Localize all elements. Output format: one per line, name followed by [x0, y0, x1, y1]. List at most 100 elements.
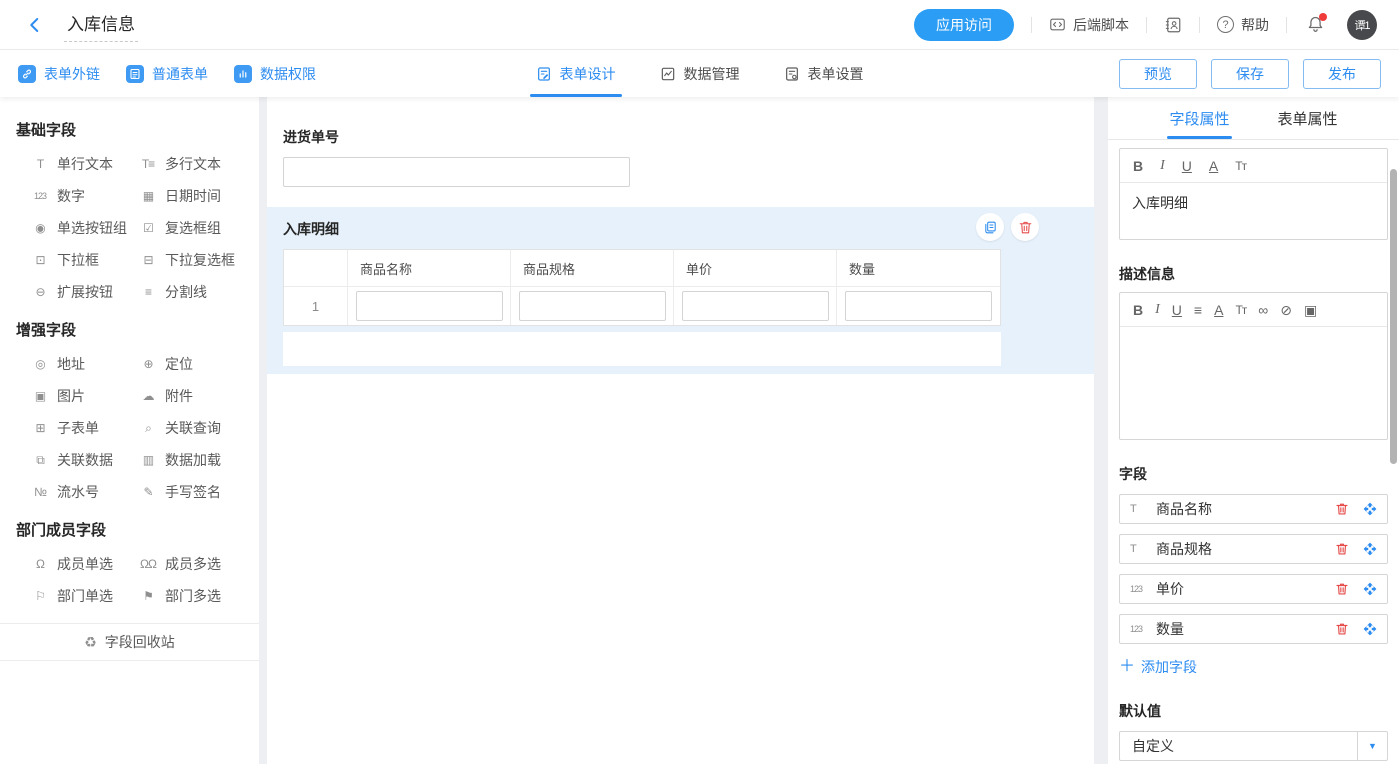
- departments-icon: ⚑: [140, 589, 156, 603]
- palette-item-dropdown[interactable]: ⊡下拉框: [32, 251, 140, 269]
- move-field-handle[interactable]: [1363, 502, 1377, 516]
- delete-field-button[interactable]: [1335, 622, 1349, 636]
- form-settings-icon: [784, 66, 800, 82]
- palette-item-label: 部门多选: [165, 586, 221, 606]
- image-icon: ▣: [32, 389, 48, 403]
- panel-scrollbar-thumb[interactable]: [1390, 169, 1397, 464]
- palette-item-multi-line-text[interactable]: T≡多行文本: [140, 155, 251, 173]
- palette-item-address[interactable]: ◎地址: [32, 355, 140, 373]
- help-button[interactable]: 帮助: [1217, 15, 1269, 35]
- multi-line-text-icon: T≡: [140, 157, 156, 171]
- tab-field-properties[interactable]: 字段属性: [1169, 97, 1229, 139]
- palette-item-location[interactable]: ⊕定位: [140, 355, 251, 373]
- contacts-button[interactable]: [1164, 16, 1182, 34]
- field-row-unit-price[interactable]: 123 单价: [1119, 574, 1388, 604]
- font-size-icon[interactable]: Tт: [1235, 304, 1246, 316]
- palette-item-dropdown-multi[interactable]: ⊟下拉复选框: [140, 251, 251, 269]
- back-button[interactable]: [22, 12, 48, 38]
- underline-icon[interactable]: U: [1172, 303, 1182, 317]
- palette-item-label: 关联数据: [57, 450, 113, 470]
- tab-form-properties[interactable]: 表单属性: [1278, 97, 1338, 139]
- backend-script-button[interactable]: 后端脚本: [1049, 15, 1129, 35]
- add-field-button[interactable]: ＋ 添加字段: [1119, 657, 1388, 677]
- tab-data-manage[interactable]: 数据管理: [660, 50, 740, 97]
- preview-button[interactable]: 预览: [1119, 59, 1197, 89]
- align-icon[interactable]: ≡: [1194, 303, 1202, 317]
- field-recycle-bin-button[interactable]: ♻ 字段回收站: [0, 623, 259, 661]
- palette-item-extend-button[interactable]: ⊖扩展按钮: [32, 283, 140, 301]
- bold-icon[interactable]: B: [1133, 159, 1143, 173]
- delete-field-button[interactable]: [1335, 542, 1349, 556]
- delete-widget-button[interactable]: [1011, 213, 1039, 241]
- move-field-handle[interactable]: [1363, 542, 1377, 556]
- extend-button-icon: ⊖: [32, 285, 48, 299]
- column-header[interactable]: 数量: [837, 250, 1000, 286]
- copy-widget-button[interactable]: [976, 213, 1004, 241]
- column-header[interactable]: 商品规格: [511, 250, 674, 286]
- form-toolbar: 表单外链 普通表单 数据权限 表单设计 数据管理 表单设置 预览: [0, 50, 1399, 97]
- font-size-icon[interactable]: Tт: [1235, 160, 1246, 172]
- subform-widget-selected[interactable]: 入库明细 商品名称 商品规格 单价 数量: [267, 207, 1094, 374]
- move-field-handle[interactable]: [1363, 582, 1377, 596]
- field-row-product-spec[interactable]: T 商品规格: [1119, 534, 1388, 564]
- single-line-text-icon: T: [32, 157, 48, 171]
- field-row-product-name[interactable]: T 商品名称: [1119, 494, 1388, 524]
- palette-item-number[interactable]: 123 数字: [32, 187, 140, 205]
- description-input[interactable]: [1120, 327, 1387, 439]
- palette-item-datetime[interactable]: ▦日期时间: [140, 187, 251, 205]
- data-permission-button[interactable]: 数据权限: [234, 64, 316, 84]
- link-icon[interactable]: ∞: [1258, 303, 1268, 317]
- product-name-cell-input[interactable]: [356, 291, 503, 321]
- palette-item-serial-number[interactable]: №流水号: [32, 483, 140, 501]
- field-row-quantity[interactable]: 123 数量: [1119, 614, 1388, 644]
- palette-item-image[interactable]: ▣图片: [32, 387, 140, 405]
- column-header[interactable]: 单价: [674, 250, 837, 286]
- column-header[interactable]: 商品名称: [348, 250, 511, 286]
- font-color-icon[interactable]: A: [1214, 303, 1223, 317]
- palette-item-data-load[interactable]: ▥数据加载: [140, 451, 251, 469]
- field-name: 数量: [1156, 619, 1321, 639]
- palette-item-member-multi[interactable]: ΩΩ成员多选: [140, 555, 251, 573]
- palette-item-dept-multi[interactable]: ⚑ 部门多选: [140, 587, 251, 605]
- italic-icon[interactable]: I: [1160, 159, 1165, 173]
- product-spec-cell-input[interactable]: [519, 291, 666, 321]
- form-external-link-button[interactable]: 表单外链: [18, 64, 100, 84]
- italic-icon[interactable]: I: [1155, 303, 1160, 317]
- font-color-icon[interactable]: A: [1209, 159, 1218, 173]
- palette-item-label: 数字: [57, 186, 85, 206]
- normal-form-button[interactable]: 普通表单: [126, 64, 208, 84]
- publish-button[interactable]: 发布: [1303, 59, 1381, 89]
- palette-item-member-single[interactable]: Ω成员单选: [32, 555, 140, 573]
- unlink-icon[interactable]: ⊘: [1280, 303, 1292, 317]
- purchase-order-input[interactable]: [283, 157, 630, 187]
- unit-price-cell-input[interactable]: [682, 291, 829, 321]
- notifications-button[interactable]: [1306, 15, 1325, 34]
- field-title-input[interactable]: 入库明细: [1120, 183, 1387, 239]
- delete-field-button[interactable]: [1335, 502, 1349, 516]
- save-button[interactable]: 保存: [1211, 59, 1289, 89]
- bold-icon[interactable]: B: [1133, 303, 1143, 317]
- palette-item-linked-query[interactable]: ⌕关联查询: [140, 419, 251, 437]
- number-icon: 123: [32, 191, 48, 201]
- palette-item-radio-group[interactable]: ◉单选按钮组: [32, 219, 140, 237]
- quantity-cell-input[interactable]: [845, 291, 992, 321]
- palette-item-dept-single[interactable]: ⚐部门单选: [32, 587, 140, 605]
- palette-item-checkbox-group[interactable]: ☑复选框组: [140, 219, 251, 237]
- palette-item-subform[interactable]: ⊞子表单: [32, 419, 140, 437]
- insert-image-icon[interactable]: ▣: [1304, 303, 1317, 317]
- tab-form-settings[interactable]: 表单设置: [784, 50, 864, 97]
- palette-item-signature[interactable]: ✎手写签名: [140, 483, 251, 501]
- form-title-edit[interactable]: 入库信息: [64, 7, 138, 42]
- app-access-button[interactable]: 应用访问: [914, 9, 1014, 41]
- palette-item-divider[interactable]: ≡分割线: [140, 283, 251, 301]
- palette-item-attachment[interactable]: ☁附件: [140, 387, 251, 405]
- tab-form-design[interactable]: 表单设计: [536, 50, 616, 97]
- user-avatar[interactable]: 谭1: [1347, 10, 1377, 40]
- default-value-select[interactable]: 自定义 ▼: [1119, 731, 1388, 761]
- delete-field-button[interactable]: [1335, 582, 1349, 596]
- row-number-cell: 1: [284, 287, 348, 325]
- palette-item-single-line-text[interactable]: T单行文本: [32, 155, 140, 173]
- underline-icon[interactable]: U: [1182, 159, 1192, 173]
- palette-item-linked-data[interactable]: ⧉关联数据: [32, 451, 140, 469]
- move-field-handle[interactable]: [1363, 622, 1377, 636]
